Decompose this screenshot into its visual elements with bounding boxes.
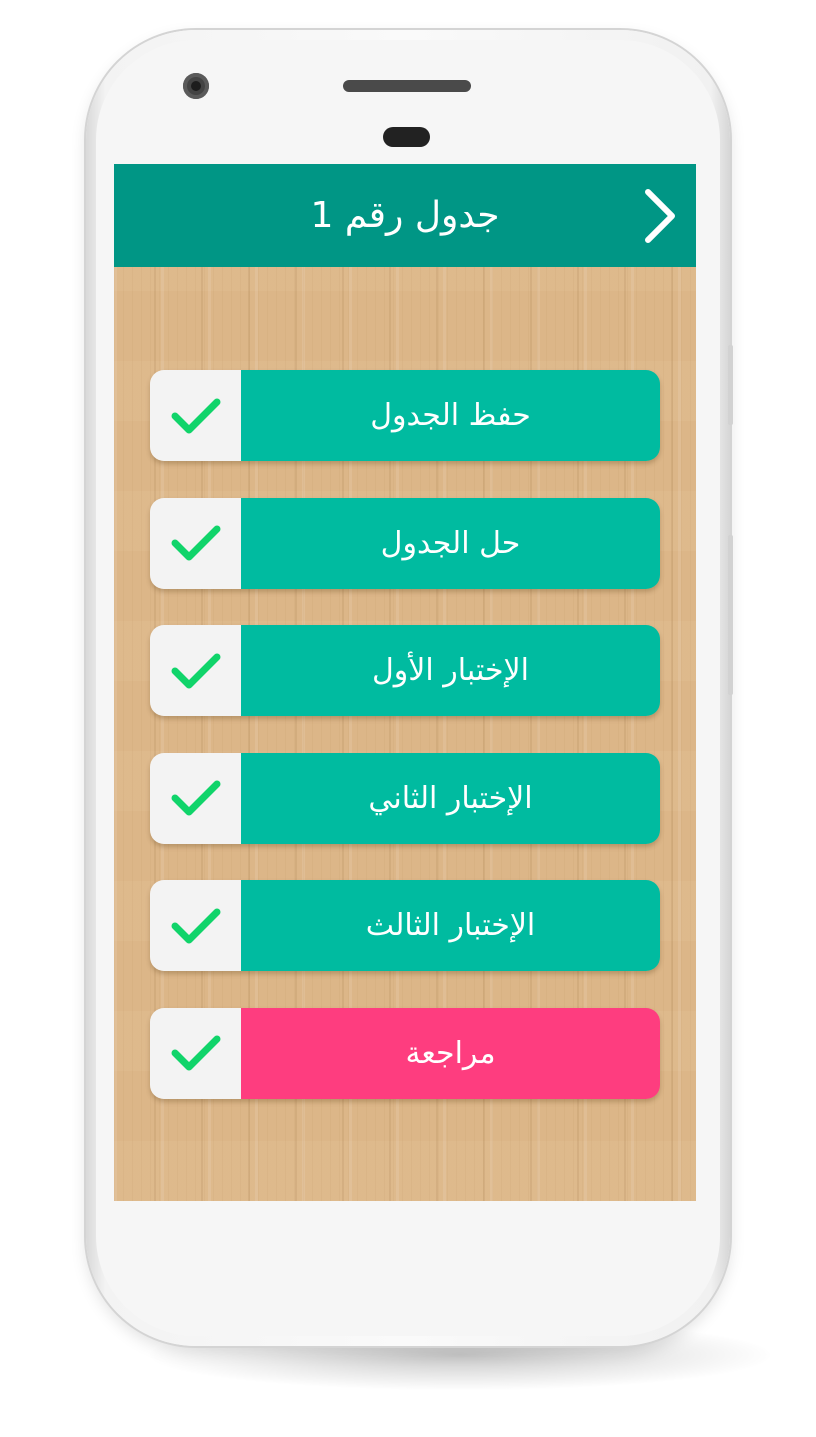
completion-status xyxy=(150,497,241,589)
checkmark-icon xyxy=(171,908,220,943)
completion-status xyxy=(150,880,241,971)
stage: جدول رقم 1 حفظ الجدول حل الجدول الإختبار ا… xyxy=(0,0,816,1437)
proximity-sensor xyxy=(383,127,430,147)
menu-item[interactable]: مراجعة xyxy=(150,1007,660,1099)
app-screen: جدول رقم 1 حفظ الجدول حل الجدول الإختبار ا… xyxy=(114,164,696,1201)
menu-item[interactable]: حل الجدول xyxy=(150,497,660,589)
chevron-right-icon xyxy=(645,189,675,243)
checkmark-icon xyxy=(171,398,220,433)
side-button-bottom xyxy=(728,535,733,695)
side-button-top xyxy=(728,345,733,425)
app-header: جدول رقم 1 xyxy=(114,164,696,267)
menu-list: حفظ الجدول حل الجدول الإختبار الأول الإختبا… xyxy=(150,370,660,1099)
menu-item[interactable]: الإختبار الثاني xyxy=(150,752,660,844)
checkmark-icon xyxy=(171,1035,220,1071)
menu-item-label: الإختبار الثاني xyxy=(241,752,660,844)
menu-item[interactable]: الإختبار الأول xyxy=(150,625,660,716)
menu-item-label: حل الجدول xyxy=(241,497,660,589)
menu-item-label: حفظ الجدول xyxy=(241,370,660,461)
menu-item[interactable]: الإختبار الثالث xyxy=(150,880,660,971)
menu-item[interactable]: حفظ الجدول xyxy=(150,370,660,461)
back-button[interactable] xyxy=(634,186,686,246)
checkmark-icon xyxy=(171,780,220,816)
completion-status xyxy=(150,752,241,844)
completion-status xyxy=(150,370,241,461)
front-camera xyxy=(183,73,209,99)
earpiece-speaker xyxy=(343,80,471,92)
checkmark-icon xyxy=(171,653,220,688)
menu-item-label: مراجعة xyxy=(241,1007,660,1099)
menu-item-label: الإختبار الأول xyxy=(241,625,660,716)
completion-status xyxy=(150,1007,241,1099)
checkmark-icon xyxy=(171,525,220,561)
completion-status xyxy=(150,625,241,716)
menu-item-label: الإختبار الثالث xyxy=(241,880,660,971)
page-title: جدول رقم 1 xyxy=(310,195,500,236)
